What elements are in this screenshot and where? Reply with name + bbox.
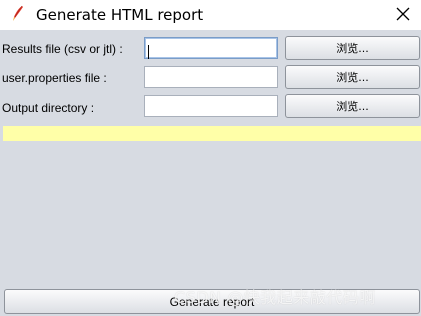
title-bar: Generate HTML report [0,0,421,30]
window-title: Generate HTML report [36,6,204,24]
results-file-label: Results file (csv or jtl) : [2,42,123,56]
browse-output-directory-button[interactable]: 浏览... [285,94,420,118]
dialog-panel: Results file (csv or jtl) : 浏览... user.p… [0,30,421,316]
output-directory-label: Output directory : [2,101,95,115]
close-icon [396,6,410,25]
user-properties-label: user.properties file : [2,71,107,85]
browse-user-properties-button[interactable]: 浏览... [285,65,420,89]
feather-pen-icon [9,5,27,23]
close-button[interactable] [390,4,416,26]
user-properties-input[interactable] [144,66,278,88]
text-caret [148,45,149,59]
output-directory-input[interactable] [144,95,278,117]
browse-results-file-button[interactable]: 浏览... [285,36,420,60]
results-file-input[interactable] [144,37,278,59]
generate-report-button[interactable]: Generate report [4,289,420,314]
status-message-bar [3,126,421,141]
